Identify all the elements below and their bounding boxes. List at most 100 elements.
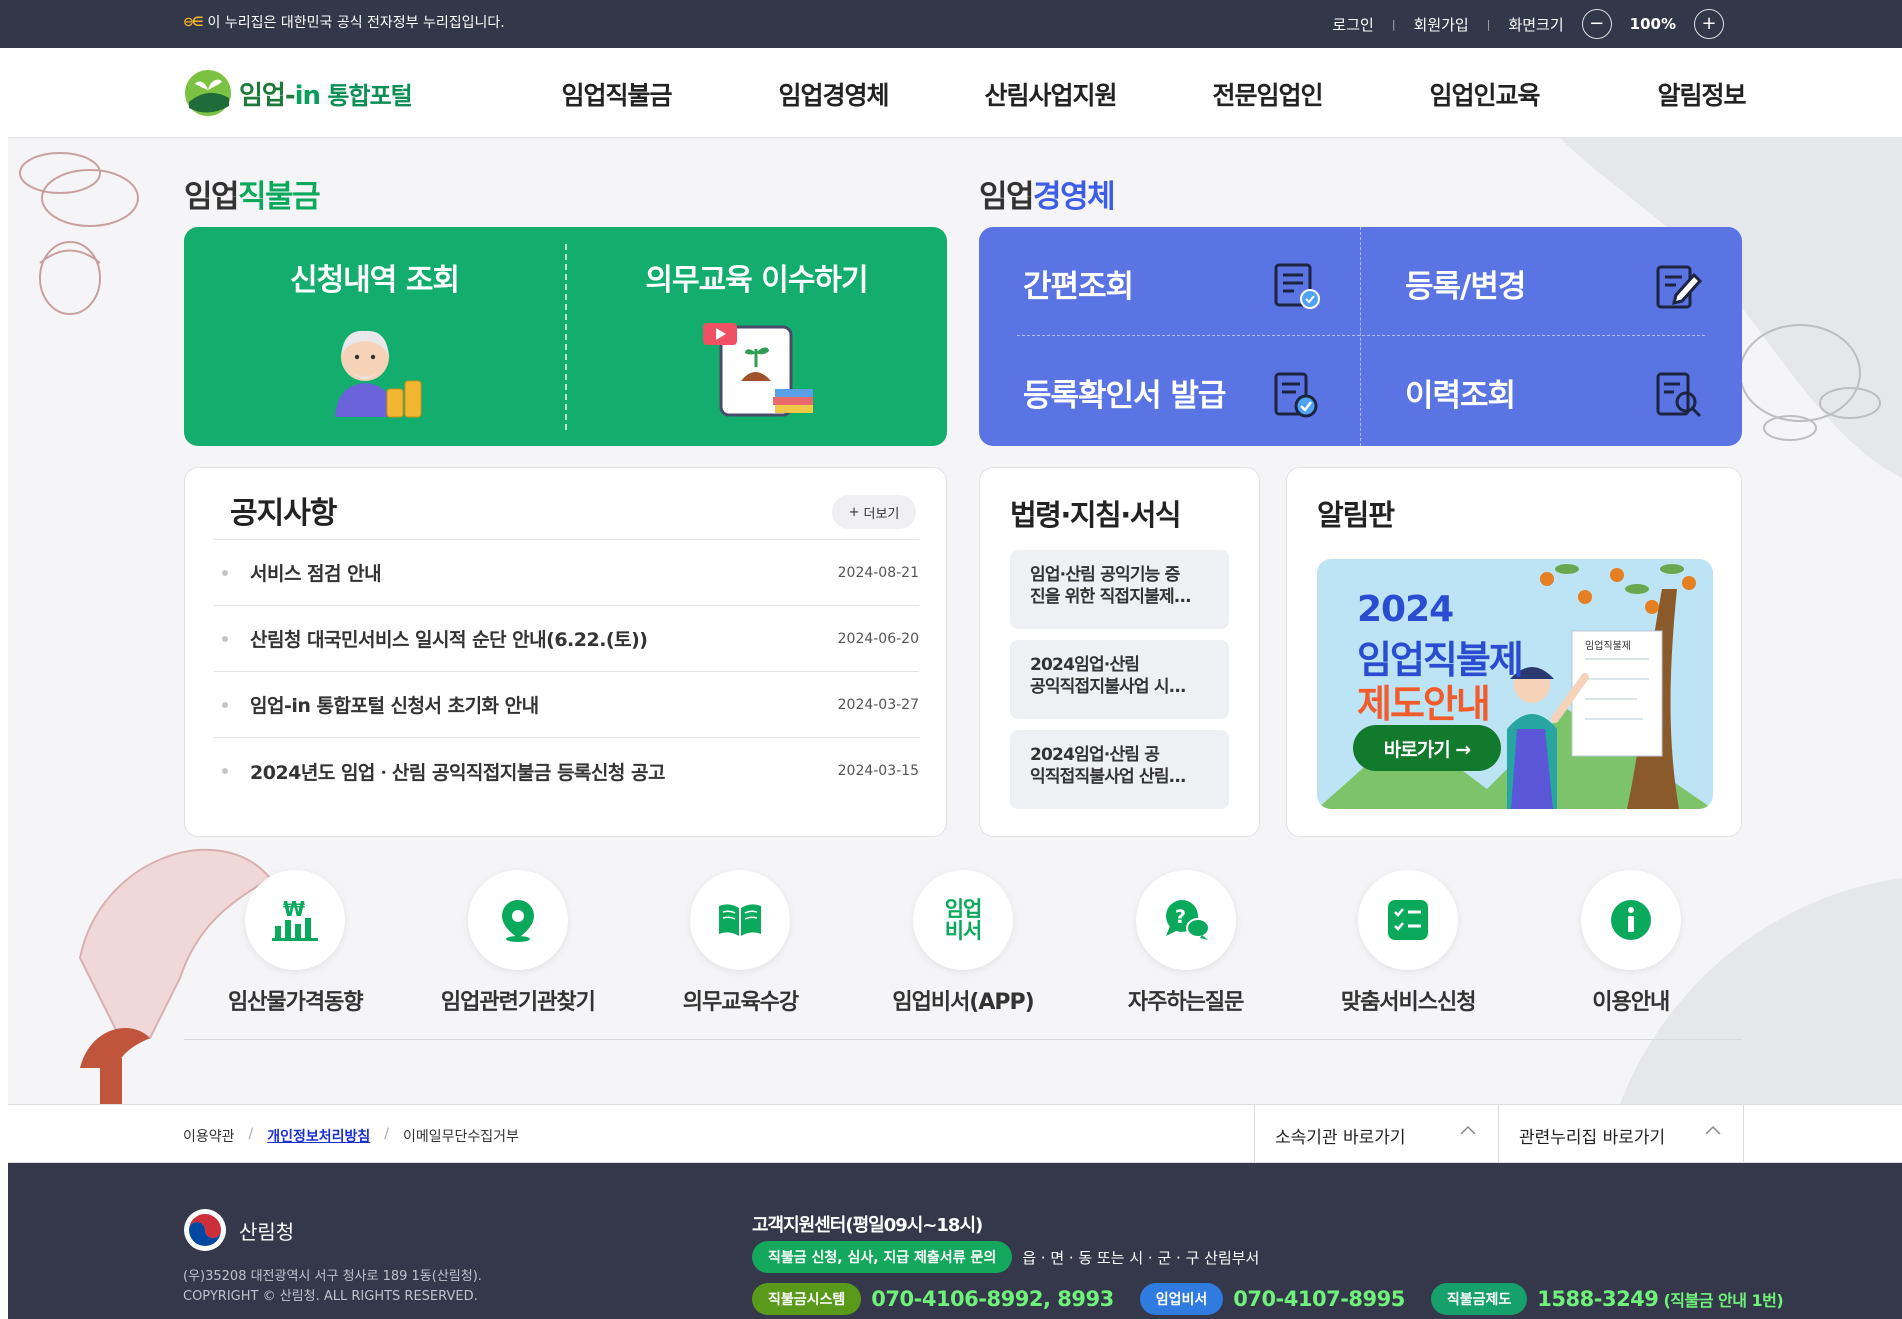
gnb-forest-support[interactable]: 산림사업지원 — [942, 76, 1159, 112]
quick-forestry-app[interactable]: 임업 비서 임업비서(APP) — [852, 870, 1075, 1039]
site-logo[interactable]: 임업-in 통합포털 — [183, 68, 413, 118]
direct-payment-panel: 신청내역 조회 의무교육 이수하기 — [184, 227, 947, 446]
gnb-direct-payment[interactable]: 임업직불금 — [508, 76, 725, 112]
notice-date: 2024-06-20 — [837, 630, 919, 647]
zoom-level: 100% — [1629, 15, 1676, 33]
system-phone: 070-4106-8992, 8993 — [871, 1287, 1114, 1311]
book-icon — [690, 870, 791, 970]
banner-year: 2024 — [1357, 589, 1454, 630]
notice-row[interactable]: 임업-in 통합포털 신청서 초기화 안내 2024-03-27 — [214, 672, 919, 738]
notice-text: 임업-in 통합포털 신청서 초기화 안내 — [250, 695, 539, 717]
email-refusal-link[interactable]: 이메일무단수집거부 — [403, 1126, 519, 1146]
management-title: 임업경영체 — [979, 171, 1116, 216]
faq-bubble-icon: ? — [1135, 870, 1236, 970]
sprout-logo-icon — [185, 70, 231, 116]
notice-date: 2024-03-27 — [837, 696, 919, 713]
quick-custom-service[interactable]: 맞춤서비스신청 — [1297, 870, 1520, 1039]
footer-links: 이용약관 / 개인정보처리방침 / 이메일무단수집거부 — [183, 1126, 519, 1146]
related-site-select[interactable]: 관련누리집 바로가기 — [1498, 1105, 1744, 1162]
application-history-button[interactable]: 신청내역 조회 — [184, 255, 565, 419]
logo-text: 임업-in 통합포털 — [239, 75, 413, 112]
quick-label: 맞춤서비스신청 — [1340, 990, 1477, 1015]
quick-usage-guide[interactable]: 이용안내 — [1519, 870, 1742, 1039]
gnb-education[interactable]: 임업인교육 — [1376, 76, 1593, 112]
login-link[interactable]: 로그인 — [1332, 14, 1373, 35]
certificate-icon — [1274, 372, 1318, 418]
notice-more-button[interactable]: + 더보기 — [832, 495, 916, 529]
board-title: 알림판 — [1317, 498, 1395, 532]
mandatory-education-button[interactable]: 의무교육 이수하기 — [566, 255, 947, 419]
notice-list: 서비스 점검 안내 2024-08-21 산림청 대국민서비스 일시적 순단 안내… — [214, 539, 919, 804]
policy-phone-group: 1588-3249 (직불금 안내 1번) — [1537, 1287, 1783, 1311]
quick-price-trend[interactable]: ₩ 임산물가격동향 — [184, 870, 407, 1039]
law-item[interactable]: 2024임업·산림 공 익직접직불사업 산림... — [1010, 730, 1229, 809]
app-badge: 임업비서 — [1139, 1283, 1224, 1315]
privacy-link[interactable]: 개인정보처리방침 — [267, 1126, 370, 1146]
bullet-icon — [222, 569, 228, 576]
gnb-professional[interactable]: 전문임업인 — [1159, 76, 1376, 112]
gnb-notice-info[interactable]: 알림정보 — [1593, 76, 1810, 112]
app-phone: 070-4107-8995 — [1233, 1287, 1405, 1311]
law-line: 익직접직불사업 산림... — [1030, 767, 1186, 788]
info-icon — [1580, 870, 1681, 970]
affiliated-org-select[interactable]: 소속기관 바로가기 — [1254, 1105, 1498, 1162]
bulletin-board-card: 알림판 임업직불제 2024 임업직불제 제도안내 바로가기 → — [1286, 467, 1742, 837]
quick-label: 임산물가격동향 — [227, 990, 364, 1015]
law-line: 임업·산림 공익기능 증 — [1030, 565, 1180, 585]
zoom-out-button[interactable]: − — [1581, 9, 1612, 39]
notice-row[interactable]: 서비스 점검 안내 2024-08-21 — [214, 540, 919, 606]
register-change-button[interactable]: 등록/변경 — [1361, 227, 1742, 336]
cs-inquiry-badge: 직불금 신청, 심사, 지급 제출서류 문의 — [752, 1241, 1013, 1273]
law-item[interactable]: 임업·산림 공익기능 증 진을 위한 직접지불제... — [1010, 550, 1229, 629]
title-part: 임업 — [184, 179, 240, 215]
quick-lookup-label: 간편조회 — [1023, 269, 1134, 305]
separator: / — [384, 1126, 390, 1142]
direct-payment-banner[interactable]: 임업직불제 2024 임업직불제 제도안내 바로가기 → — [1317, 559, 1713, 809]
search-document-icon — [1656, 372, 1702, 418]
title-part: 임업 — [979, 179, 1035, 215]
quick-find-institution[interactable]: 임업관련기관찾기 — [407, 870, 630, 1039]
title-accent: 경영체 — [1033, 179, 1116, 215]
zoom-in-button[interactable]: + — [1694, 9, 1724, 39]
notice-row[interactable]: 2024년도 임업ㆍ산림 공익직접지불금 등록신청 공고 2024-03-15 — [214, 738, 919, 804]
terms-link[interactable]: 이용약관 — [183, 1126, 235, 1146]
management-panel: 간편조회 등록/변경 등록확인서 발급 이력조회 — [979, 227, 1742, 446]
quick-education[interactable]: 의무교육수강 — [629, 870, 852, 1039]
app-text-icon: 임업 비서 — [913, 870, 1014, 970]
law-item[interactable]: 2024임업·산림 공익직접지불사업 시... — [1010, 640, 1229, 719]
taegeuk-icon — [184, 1209, 226, 1251]
signup-link[interactable]: 회원가입 — [1414, 14, 1469, 35]
law-line: 2024임업·산림 공 — [1030, 745, 1160, 765]
notice-card: 공지사항 + 더보기 서비스 점검 안내 2024-08-21 산림청 대국민서비스… — [184, 467, 947, 837]
quick-lookup-button[interactable]: 간편조회 — [979, 227, 1360, 336]
cs-inquiry-row: 직불금 신청, 심사, 지급 제출서류 문의 읍 · 면 · 동 또는 시 · … — [752, 1241, 1259, 1273]
quick-label: 자주하는질문 — [1127, 990, 1244, 1015]
history-lookup-button[interactable]: 이력조회 — [1361, 336, 1742, 445]
plus-icon: + — [848, 504, 860, 520]
law-line: 2024임업·산림 — [1030, 655, 1140, 675]
gnb-management[interactable]: 임업경영체 — [725, 76, 942, 112]
bullet-icon — [222, 701, 228, 708]
notice-row[interactable]: 산림청 대국민서비스 일시적 순단 안내(6.22.(토)) 2024-06-20 — [214, 606, 919, 672]
acorn-sketch — [19, 152, 139, 315]
utility-links: 로그인 | 회원가입 | 화면크기 − 100% + — [1332, 9, 1724, 39]
separator: / — [248, 1126, 254, 1142]
certificate-issue-button[interactable]: 등록확인서 발급 — [979, 336, 1360, 445]
app-icon-line: 비서 — [944, 919, 983, 943]
chevron-up-icon — [1705, 1125, 1721, 1135]
site-footer: 산림청 (우)35208 대전광역시 서구 청사로 189 1동(산림청). C… — [8, 1163, 1902, 1319]
site-header: 임업-in 통합포털 임업직불금 임업경영체 산림사업지원 전문임업인 임업인교… — [8, 48, 1902, 138]
direct-payment-title: 임업직불금 — [184, 171, 321, 216]
footer-logo: 산림청 — [183, 1208, 294, 1252]
document-check-icon — [1274, 263, 1320, 309]
law-line: 공익직접지불사업 시... — [1030, 677, 1186, 698]
law-line: 진을 위한 직접지불제... — [1030, 587, 1192, 608]
copyright-text: COPYRIGHT © 산림청. ALL RIGHTS RESERVED. — [183, 1288, 478, 1304]
quick-faq[interactable]: ? 자주하는질문 — [1074, 870, 1297, 1039]
banner-go-button[interactable]: 바로가기 → — [1353, 725, 1501, 771]
org-name: 산림청 — [239, 1219, 295, 1244]
footer-link-bar: 이용약관 / 개인정보처리방침 / 이메일무단수집거부 소속기관 바로가기 관련… — [8, 1104, 1902, 1163]
quick-label: 의무교육수강 — [682, 990, 799, 1015]
cs-inquiry-desc: 읍 · 면 · 동 또는 시 · 군 · 구 산림부서 — [1022, 1248, 1260, 1267]
cs-phone-row: 직불금시스템 070-4106-8992, 8993 임업비서 070-4107… — [752, 1283, 1799, 1315]
